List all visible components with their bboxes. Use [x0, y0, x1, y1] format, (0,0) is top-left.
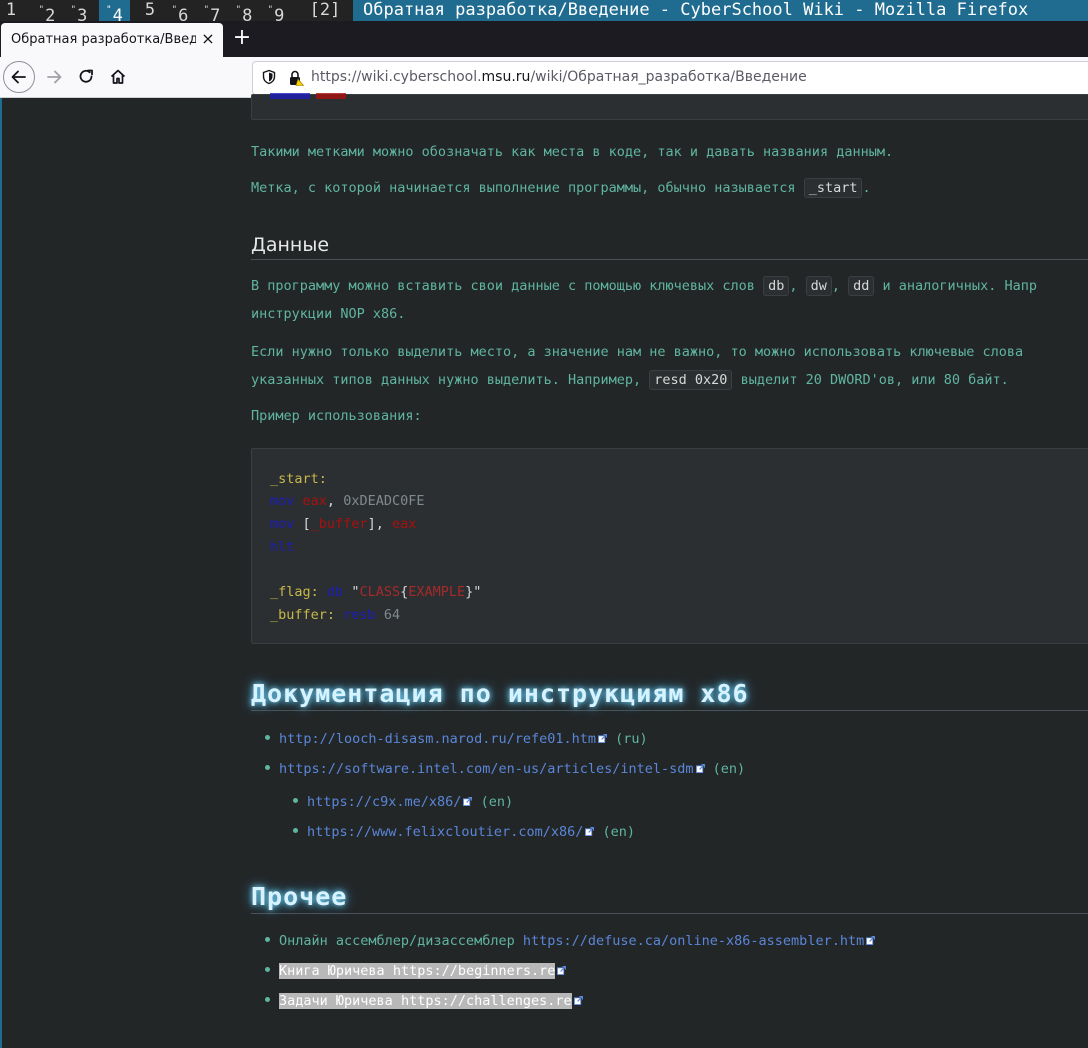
workspace-3[interactable]: "3 — [66, 0, 92, 21]
link-doc-1[interactable]: http://looch-disasm.narod.ru/refe01.htm — [279, 731, 596, 747]
home-button[interactable] — [102, 61, 134, 93]
external-link-icon — [866, 936, 876, 945]
link-other-1[interactable]: https://defuse.ca/online-x86-assembler.h… — [523, 933, 864, 949]
heading-data: Данные — [251, 234, 1088, 260]
code-line-6: _buffer: resb 64 — [270, 607, 401, 623]
paragraph-data-2-line2: указанных типов данных нужно выделить. Н… — [251, 370, 1009, 390]
bullet — [293, 798, 298, 803]
workspace-2[interactable]: "2 — [34, 0, 60, 21]
external-link-icon — [585, 827, 595, 836]
link-other-3[interactable]: https://challenges.re — [401, 993, 572, 1009]
url-path: /wiki/Обратная_разработка/Введение — [530, 69, 807, 85]
navigation-bar: https://wiki.cyberschool.msu.ru/wiki/Обр… — [0, 57, 1088, 98]
bullet — [293, 828, 298, 833]
code-line-5: _flag: db "CLASS{EXAMPLE}" — [270, 584, 482, 600]
bullet — [265, 735, 270, 740]
list-item-doc-1: http://looch-disasm.narod.ru/refe01.htm … — [265, 731, 648, 747]
paragraph-start-label: Метка, с которой начинается выполнение п… — [251, 178, 871, 198]
workspace-1[interactable]: 1 — [0, 0, 22, 21]
home-icon — [110, 69, 126, 84]
list-item-doc-3: https://c9x.me/x86/ (en) — [293, 794, 513, 810]
code-block-previous — [251, 93, 1088, 120]
workspace-4[interactable]: "4 — [99, 0, 130, 21]
external-link-icon — [573, 996, 583, 1005]
list-item-doc-2: https://software.intel.com/en-us/article… — [265, 761, 745, 777]
new-tab-button[interactable]: + — [230, 27, 254, 51]
paragraph-data-1-line2: инструкции NOP x86. — [251, 306, 406, 322]
paragraph-data-2: Если нужно только выделить место, а знач… — [251, 344, 1024, 360]
tab-active[interactable]: Обратная разработка/Введение × — [1, 23, 223, 57]
page-viewport: Такими метками можно обозначать как мест… — [0, 93, 1088, 1048]
code-line-1: _start: — [270, 471, 327, 487]
link-doc-2[interactable]: https://software.intel.com/en-us/article… — [279, 761, 694, 777]
inline-code-resd: resd 0x20 — [649, 370, 733, 390]
code-line-4: hlt — [270, 539, 295, 555]
heading-documentation: Документация по инструкциям x86 — [251, 679, 1088, 711]
forward-button[interactable] — [38, 61, 70, 93]
arrow-left-icon — [11, 70, 26, 84]
paragraph-labels: Такими метками можно обозначать как мест… — [251, 144, 894, 160]
code-line-2: mov eax, 0xDEADC0FE — [270, 493, 425, 509]
inline-code-dd: dd — [848, 276, 875, 296]
paragraph-example: Пример использования: — [251, 408, 422, 424]
window-manager-bar: 1 "2 "3 "4 5 "6 "7 "8 "9 [2] Обратная ра… — [0, 0, 1088, 21]
workspace-5[interactable]: 5 — [140, 0, 160, 21]
heading-other: Прочее — [251, 882, 1088, 914]
workspace-6[interactable]: "6 — [167, 0, 193, 21]
article-content: Такими метками можно обозначать как мест… — [251, 93, 1088, 1048]
workspace-7[interactable]: "7 — [199, 0, 225, 21]
workspace-9[interactable]: "9 — [263, 0, 289, 21]
window-title: Обратная разработка/Введение - CyberScho… — [353, 0, 1088, 21]
bullet — [265, 967, 270, 972]
list-item-doc-4: https://www.felixcloutier.com/x86/ (en) — [293, 824, 635, 840]
code-block-example: _start: mov eax, 0xDEADC0FE mov [_buffer… — [251, 448, 1088, 644]
insecure-lock-icon[interactable] — [287, 69, 305, 87]
selected-text-2: Книга Юричева https://beginners.re — [279, 963, 556, 979]
paragraph-data-1: В программу можно вставить свои данные с… — [251, 276, 1037, 296]
reload-button[interactable] — [70, 61, 102, 93]
list-item-other-2: Книга Юричева https://beginners.re — [265, 963, 567, 979]
link-doc-3[interactable]: https://c9x.me/x86/ — [307, 794, 461, 810]
shield-icon[interactable] — [261, 69, 277, 85]
url-text: https://wiki.cyberschool.msu.ru/wiki/Обр… — [311, 69, 807, 85]
external-link-icon — [557, 966, 567, 975]
bullet — [265, 937, 270, 942]
inline-code-start: _start — [803, 178, 863, 198]
link-doc-4[interactable]: https://www.felixcloutier.com/x86/ — [307, 824, 583, 840]
arrow-right-icon — [47, 70, 62, 84]
link-other-2[interactable]: https://beginners.re — [393, 963, 556, 979]
url-bar[interactable]: https://wiki.cyberschool.msu.ru/wiki/Обр… — [252, 61, 1088, 95]
bullet — [265, 765, 270, 770]
tab-title: Обратная разработка/Введение — [11, 32, 196, 47]
page-left-border — [0, 98, 2, 1048]
workspace-scratch[interactable]: [2] — [305, 0, 345, 21]
list-item-other-3: Задачи Юричева https://challenges.re — [265, 993, 583, 1009]
inline-code-db: db — [763, 276, 790, 296]
url-host: msu.ru — [481, 69, 531, 85]
tab-strip: Обратная разработка/Введение × + — [0, 21, 1088, 57]
reload-icon — [79, 69, 93, 83]
list-item-other-1: Онлайн ассемблер/дизассемблер https://de… — [265, 933, 876, 949]
bullet — [265, 997, 270, 1002]
selected-text-3: Задачи Юричева https://challenges.re — [279, 993, 572, 1009]
external-link-icon — [463, 797, 473, 806]
code-line-3: mov [_buffer], eax — [270, 516, 417, 532]
url-prefix: https://wiki.cyberschool. — [311, 69, 482, 85]
external-link-icon — [597, 734, 607, 743]
back-button[interactable] — [3, 61, 35, 93]
external-link-icon — [695, 764, 705, 773]
inline-code-dw: dw — [805, 276, 832, 296]
workspace-8[interactable]: "8 — [231, 0, 257, 21]
tab-close-button[interactable]: × — [199, 30, 217, 48]
